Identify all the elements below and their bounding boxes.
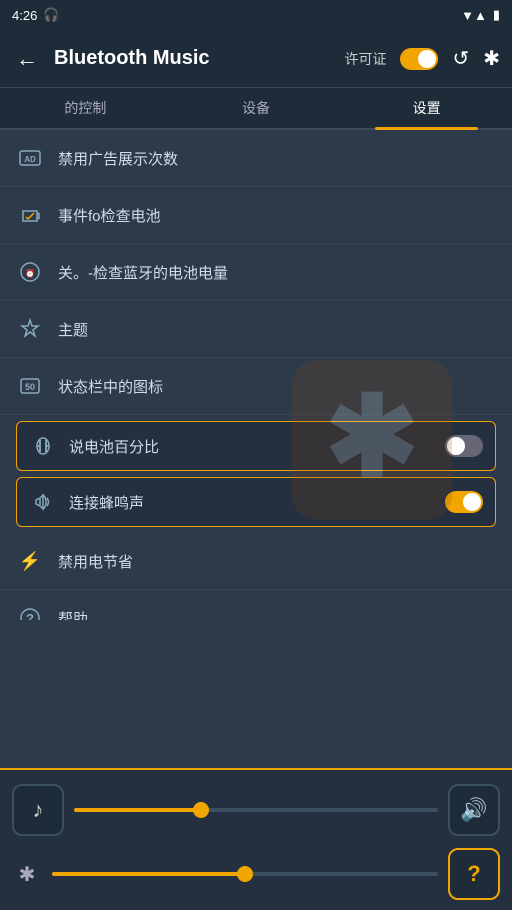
help-text: 帮助	[58, 608, 496, 621]
bt-battery-text: 关。-检查蓝牙的电池电量	[58, 262, 496, 283]
beep-icon	[29, 488, 57, 516]
battery-icon: ▮	[493, 7, 500, 23]
beep-toggle[interactable]	[445, 491, 483, 513]
status-bar: 4:26 🎧 ▼▲ ▮	[0, 0, 512, 30]
refresh-button[interactable]: ↺	[452, 46, 469, 71]
status-left: 4:26 🎧	[12, 7, 60, 23]
battery-percent-text: 说电池百分比	[69, 436, 433, 457]
beep-text: 连接蜂鸣声	[69, 492, 433, 513]
help-button[interactable]: ?	[448, 848, 500, 900]
svg-text:⏰: ⏰	[25, 268, 35, 278]
headphone-icon: 🎧	[43, 7, 59, 23]
theme-icon	[16, 315, 44, 343]
battery-percent-knob	[447, 437, 465, 455]
wifi-icon: ▼▲	[461, 8, 487, 23]
battery-check-text: 事件fo检查电池	[58, 205, 496, 226]
volume-slider-container[interactable]	[74, 800, 438, 820]
bluetooth-header-icon[interactable]: ✱	[483, 46, 500, 71]
settings-item-battery-check[interactable]: 事件fo检查电池	[0, 187, 512, 244]
statusbar-text: 状态栏中的图标	[58, 376, 496, 397]
settings-item-theme[interactable]: 主题	[0, 301, 512, 358]
settings-list: AD 禁用广告展示次数 事件fo检查电池 ⏰ 关。-检查蓝牙的电池电量	[0, 130, 512, 620]
volume-icon: 🔊	[460, 797, 487, 823]
bt-row: ✱ ?	[12, 848, 500, 900]
settings-item-bt-battery[interactable]: ⏰ 关。-检查蓝牙的电池电量	[0, 244, 512, 301]
tab-device[interactable]: 设备	[171, 88, 342, 128]
power-save-icon: ⚡	[16, 547, 44, 575]
music-note-icon: ♪	[33, 797, 44, 823]
settings-item-help[interactable]: ? 帮助	[0, 590, 512, 620]
status-right: ▼▲ ▮	[461, 7, 500, 23]
status-time: 4:26	[12, 8, 37, 23]
tab-controls[interactable]: 的控制	[0, 88, 171, 128]
bt-slider-container[interactable]	[52, 864, 438, 884]
volume-slider-thumb[interactable]	[193, 802, 209, 818]
toggle-row-battery-percent: 说电池百分比	[16, 421, 496, 471]
help-button-icon: ?	[467, 861, 480, 887]
tab-settings[interactable]: 设置	[341, 88, 512, 128]
ads-icon: AD	[16, 144, 44, 172]
power-save-text: 禁用电节省	[58, 551, 496, 572]
svg-text:AD: AD	[24, 155, 36, 164]
bt-battery-icon: ⏰	[16, 258, 44, 286]
bt-slider-fill	[52, 872, 245, 876]
app-header: ← Bluetooth Music 许可证 ↺ ✱	[0, 30, 512, 88]
battery-percent-toggle[interactable]	[445, 435, 483, 457]
settings-item-power-save[interactable]: ⚡ 禁用电节省	[0, 533, 512, 590]
volume-slider-track	[74, 808, 438, 812]
app-title: Bluetooth Music	[54, 47, 332, 70]
settings-item-statusbar[interactable]: 50 状态栏中的图标	[0, 358, 512, 415]
volume-slider-fill	[74, 808, 201, 812]
permission-label: 许可证	[344, 49, 386, 69]
bt-slider-track	[52, 872, 438, 876]
permission-toggle[interactable]	[400, 48, 438, 70]
back-button[interactable]: ←	[12, 42, 42, 76]
bottom-player: ♪ 🔊 ✱ ?	[0, 768, 512, 910]
permission-toggle-knob	[418, 50, 436, 68]
statusbar-icon: 50	[16, 372, 44, 400]
svg-text:?: ?	[26, 611, 34, 620]
tab-bar: 的控制 设备 设置	[0, 88, 512, 130]
battery-percent-icon	[29, 432, 57, 460]
bt-small-icon: ✱	[12, 862, 42, 887]
ads-text: 禁用广告展示次数	[58, 148, 496, 169]
beep-knob	[463, 493, 481, 511]
settings-item-ads[interactable]: AD 禁用广告展示次数	[0, 130, 512, 187]
volume-button[interactable]: 🔊	[448, 784, 500, 836]
toggle-row-beep: 连接蜂鸣声	[16, 477, 496, 527]
volume-row: ♪ 🔊	[12, 784, 500, 836]
theme-text: 主题	[58, 319, 496, 340]
header-actions: 许可证 ↺ ✱	[344, 46, 500, 71]
bt-slider-thumb[interactable]	[237, 866, 253, 882]
music-note-button[interactable]: ♪	[12, 784, 64, 836]
battery-check-icon	[16, 201, 44, 229]
svg-text:50: 50	[25, 382, 35, 392]
help-icon: ?	[16, 604, 44, 620]
